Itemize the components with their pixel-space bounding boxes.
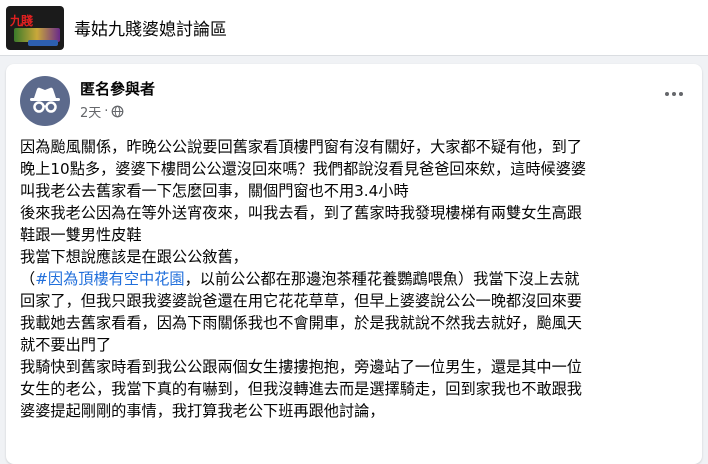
group-header: 九賤 毒姑九賤婆媳討論區 xyxy=(0,0,708,56)
post-text-line: 我載她去舊家看看，因為下雨關係我也不會開車，於是我就說不然我去就好，颱風天 xyxy=(20,314,582,332)
more-options-icon xyxy=(665,92,669,96)
post-text-line: 後來我老公因為在等外送宵夜來，叫我去看，到了舊家時我發現樓梯有兩雙女生高跟 xyxy=(20,204,582,222)
anonymous-user-icon xyxy=(30,87,60,113)
post-body: 因為颱風關係，昨晚公公說要回舊家看頂樓門窗有沒有關好，大家都不疑有他，到了 晚上… xyxy=(20,136,692,422)
post-card: 匿名參與者 2天 · 因為颱風關係，昨晚公公說要回舊家看頂樓門窗有沒有關好，大家… xyxy=(6,64,702,464)
group-cover-image[interactable]: 九賤 xyxy=(6,6,64,50)
hashtag-link[interactable]: #因為頂樓有空中花園 xyxy=(35,270,184,288)
post-text-line: 婆婆提起剛剛的事情，我打算我老公下班再跟他討論， xyxy=(20,402,385,420)
post-text-line: 我騎快到舊家時看到我公公跟兩個女生摟摟抱抱，旁邊站了一位男生，還是其中一位 xyxy=(20,358,582,376)
post-text-line: 我當下想說應該是在跟公公敘舊， xyxy=(20,248,248,266)
anonymous-avatar[interactable] xyxy=(20,76,70,126)
more-options-button[interactable] xyxy=(660,84,688,104)
post-text-line: 女生的老公，我當下真的有嚇到，但我沒轉進去而是選擇騎走，回到家我也不敢跟我 xyxy=(20,380,582,398)
meta-separator: · xyxy=(104,104,109,119)
post-text-line-with-hashtag: （#因為頂樓有空中花園，以前公公都在那邊泡茶種花養鸚鵡喂魚）我當下沒上去就 xyxy=(20,268,692,290)
post-timestamp[interactable]: 2天 xyxy=(80,102,101,121)
hashtag-prefix: （ xyxy=(20,270,36,288)
post-text-line: 晚上10點多，婆婆下樓問公公還沒回來嗎？我們都說沒看見爸爸回來欸，這時候婆婆 xyxy=(20,160,587,178)
group-thumb-text: 九賤 xyxy=(10,14,33,28)
group-title[interactable]: 毒姑九賤婆媳討論區 xyxy=(74,15,227,40)
post-text-line: 叫我老公去舊家看一下怎麼回事，關個門窗也不用3.4小時 xyxy=(20,182,409,200)
hashtag-suffix: ，以前公公都在那邊泡茶種花養鸚鵡喂魚）我當下沒上去就 xyxy=(184,270,580,288)
post-text-line: 因為颱風關係，昨晚公公說要回舊家看頂樓門窗有沒有關好，大家都不疑有他，到了 xyxy=(20,138,582,156)
post-author-name[interactable]: 匿名參與者 xyxy=(80,78,155,99)
post-text-line: 鞋跟一雙男性皮鞋 xyxy=(20,226,142,244)
globe-icon xyxy=(112,105,124,118)
post-meta: 2天 · xyxy=(80,102,124,121)
group-thumb-strip xyxy=(28,40,58,46)
post-text-line: 回家了，但我只跟我婆婆說爸還在用它花花草草，但早上婆婆說公公一晚都沒回來要 xyxy=(20,292,582,310)
post-text-line: 就不要出門了 xyxy=(20,336,112,354)
